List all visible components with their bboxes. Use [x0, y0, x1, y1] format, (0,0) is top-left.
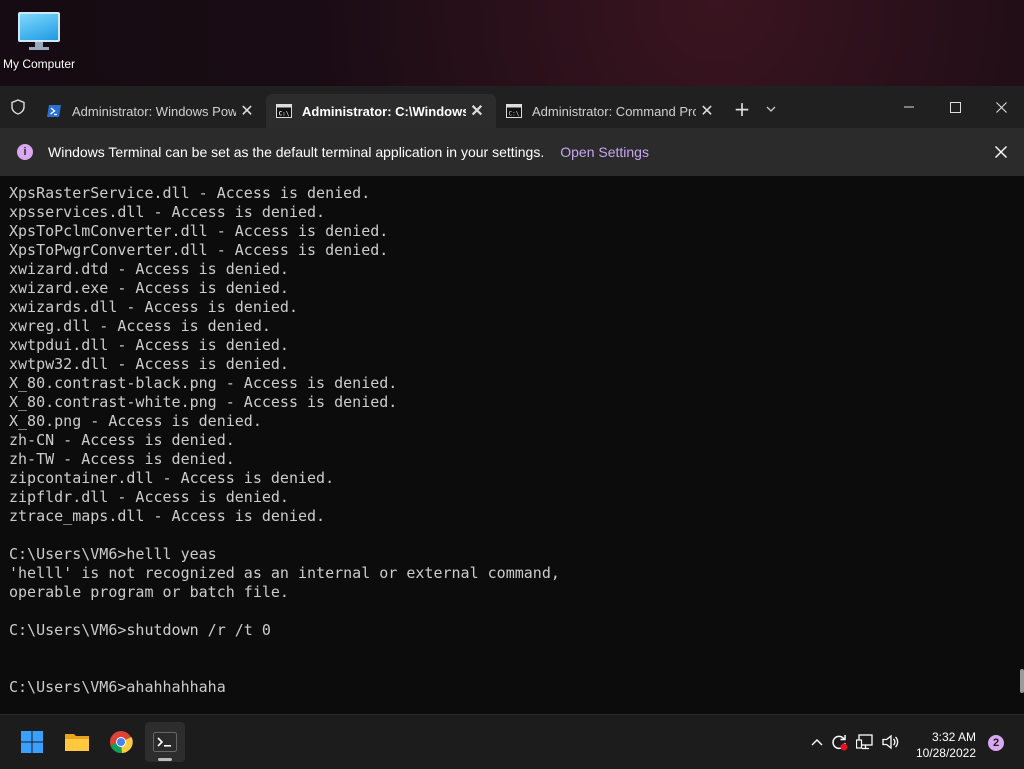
taskbar-clock[interactable]: 3:32 AM 10/28/2022	[916, 729, 976, 761]
new-tab-button[interactable]: +	[726, 90, 758, 128]
tab-close-button[interactable]: ✕	[466, 101, 488, 121]
clock-time: 3:32 AM	[931, 730, 976, 744]
notification-badge[interactable]: 2	[988, 735, 1004, 751]
close-icon	[995, 101, 1007, 113]
scrollbar-thumb[interactable]	[1020, 669, 1024, 693]
chrome-button[interactable]	[101, 722, 141, 762]
svg-text:C:\: C:\	[509, 111, 520, 118]
console-line: XpsRasterService.dll - Access is denied.	[9, 184, 371, 202]
volume-icon[interactable]	[878, 734, 904, 750]
close-icon	[995, 146, 1007, 158]
console-line: zh-CN - Access is denied.	[9, 431, 235, 449]
console-line: zipcontainer.dll - Access is denied.	[9, 469, 335, 487]
console-line: C:\Users\VM6>ahahhahhaha	[9, 678, 226, 696]
desktop-icon-my-computer[interactable]: My Computer	[0, 6, 78, 71]
console-line: ztrace_maps.dll - Access is denied.	[9, 507, 326, 525]
tab-bar: Administrator: Windows Power ✕ C:\ Admin…	[0, 86, 1024, 128]
file-explorer-button[interactable]	[57, 722, 97, 762]
show-hidden-icons-button[interactable]	[808, 738, 826, 746]
admin-shield-icon	[0, 86, 36, 128]
tab-cmd-windows[interactable]: C:\ Administrator: C:\Windows\S ✕	[266, 94, 496, 128]
clock-date: 10/28/2022	[915, 746, 976, 760]
tab-title: Administrator: Windows Power	[72, 103, 236, 119]
console-line: X_80.png - Access is denied.	[9, 412, 262, 430]
console-line: C:\Users\VM6>helll yeas	[9, 545, 217, 563]
desktop-icon-label: My Computer	[2, 57, 76, 71]
tab-powershell[interactable]: Administrator: Windows Power ✕	[36, 94, 266, 128]
network-icon[interactable]	[852, 734, 878, 750]
maximize-button[interactable]	[932, 86, 978, 128]
minimize-button[interactable]	[886, 86, 932, 128]
console-line: xwtpdui.dll - Access is denied.	[9, 336, 289, 354]
folder-icon	[65, 734, 89, 751]
console-line: C:\Users\VM6>shutdown /r /t 0	[9, 621, 271, 639]
chrome-icon	[110, 731, 133, 754]
console-line: zipfldr.dll - Access is denied.	[9, 488, 289, 506]
console-line: operable program or batch file.	[9, 583, 289, 601]
default-terminal-infobar: i Windows Terminal can be set as the def…	[0, 128, 1024, 176]
maximize-icon	[949, 101, 961, 113]
computer-icon	[18, 12, 60, 50]
console-line: xwizard.dtd - Access is denied.	[9, 260, 289, 278]
console-line: xpsservices.dll - Access is denied.	[9, 203, 326, 221]
windows-start-icon	[21, 731, 43, 753]
tab-title: Administrator: Command Pron	[532, 103, 696, 119]
tab-title: Administrator: C:\Windows\S	[302, 103, 466, 119]
console-line: xwizards.dll - Access is denied.	[9, 298, 298, 316]
cmd-icon: C:\	[276, 104, 292, 118]
console-output[interactable]: XpsRasterService.dll - Access is denied.…	[9, 184, 1010, 714]
infobar-message: Windows Terminal can be set as the defau…	[48, 144, 545, 160]
console-line: XpsToPwgrConverter.dll - Access is denie…	[9, 241, 389, 259]
console-line: xwizard.exe - Access is denied.	[9, 279, 289, 297]
console-line: xwtpw32.dll - Access is denied.	[9, 355, 289, 373]
tab-command-prompt[interactable]: C:\ Administrator: Command Pron ✕	[496, 94, 726, 128]
close-button[interactable]	[978, 86, 1024, 128]
system-tray	[808, 715, 904, 769]
start-button[interactable]	[12, 722, 52, 762]
minimize-icon	[904, 106, 914, 108]
console-line: X_80.contrast-white.png - Access is deni…	[9, 393, 398, 411]
console-line: XpsToPclmConverter.dll - Access is denie…	[9, 222, 389, 240]
terminal-icon	[153, 732, 177, 752]
infobar-close-button[interactable]	[990, 141, 1012, 163]
terminal-window: Administrator: Windows Power ✕ C:\ Admin…	[0, 86, 1024, 714]
console-line: X_80.contrast-black.png - Access is deni…	[9, 374, 398, 392]
powershell-icon	[46, 104, 62, 118]
chevron-up-icon	[811, 739, 823, 746]
cmd-icon: C:\	[506, 104, 522, 118]
console-line: xwreg.dll - Access is denied.	[9, 317, 271, 335]
console-line: zh-TW - Access is denied.	[9, 450, 235, 468]
terminal-button[interactable]	[145, 722, 185, 762]
tab-close-button[interactable]: ✕	[236, 101, 258, 121]
sync-status-icon[interactable]	[826, 733, 852, 751]
open-settings-link[interactable]: Open Settings	[560, 144, 649, 160]
tab-dropdown-button[interactable]	[758, 90, 784, 128]
info-icon: i	[17, 144, 33, 160]
tab-close-button[interactable]: ✕	[696, 101, 718, 121]
taskbar: 3:32 AM 10/28/2022 2	[0, 714, 1024, 769]
svg-text:C:\: C:\	[279, 111, 290, 118]
chevron-down-icon	[766, 106, 776, 112]
console-line: 'helll' is not recognized as an internal…	[9, 564, 560, 582]
window-controls	[886, 86, 1024, 128]
active-app-indicator	[158, 758, 172, 761]
